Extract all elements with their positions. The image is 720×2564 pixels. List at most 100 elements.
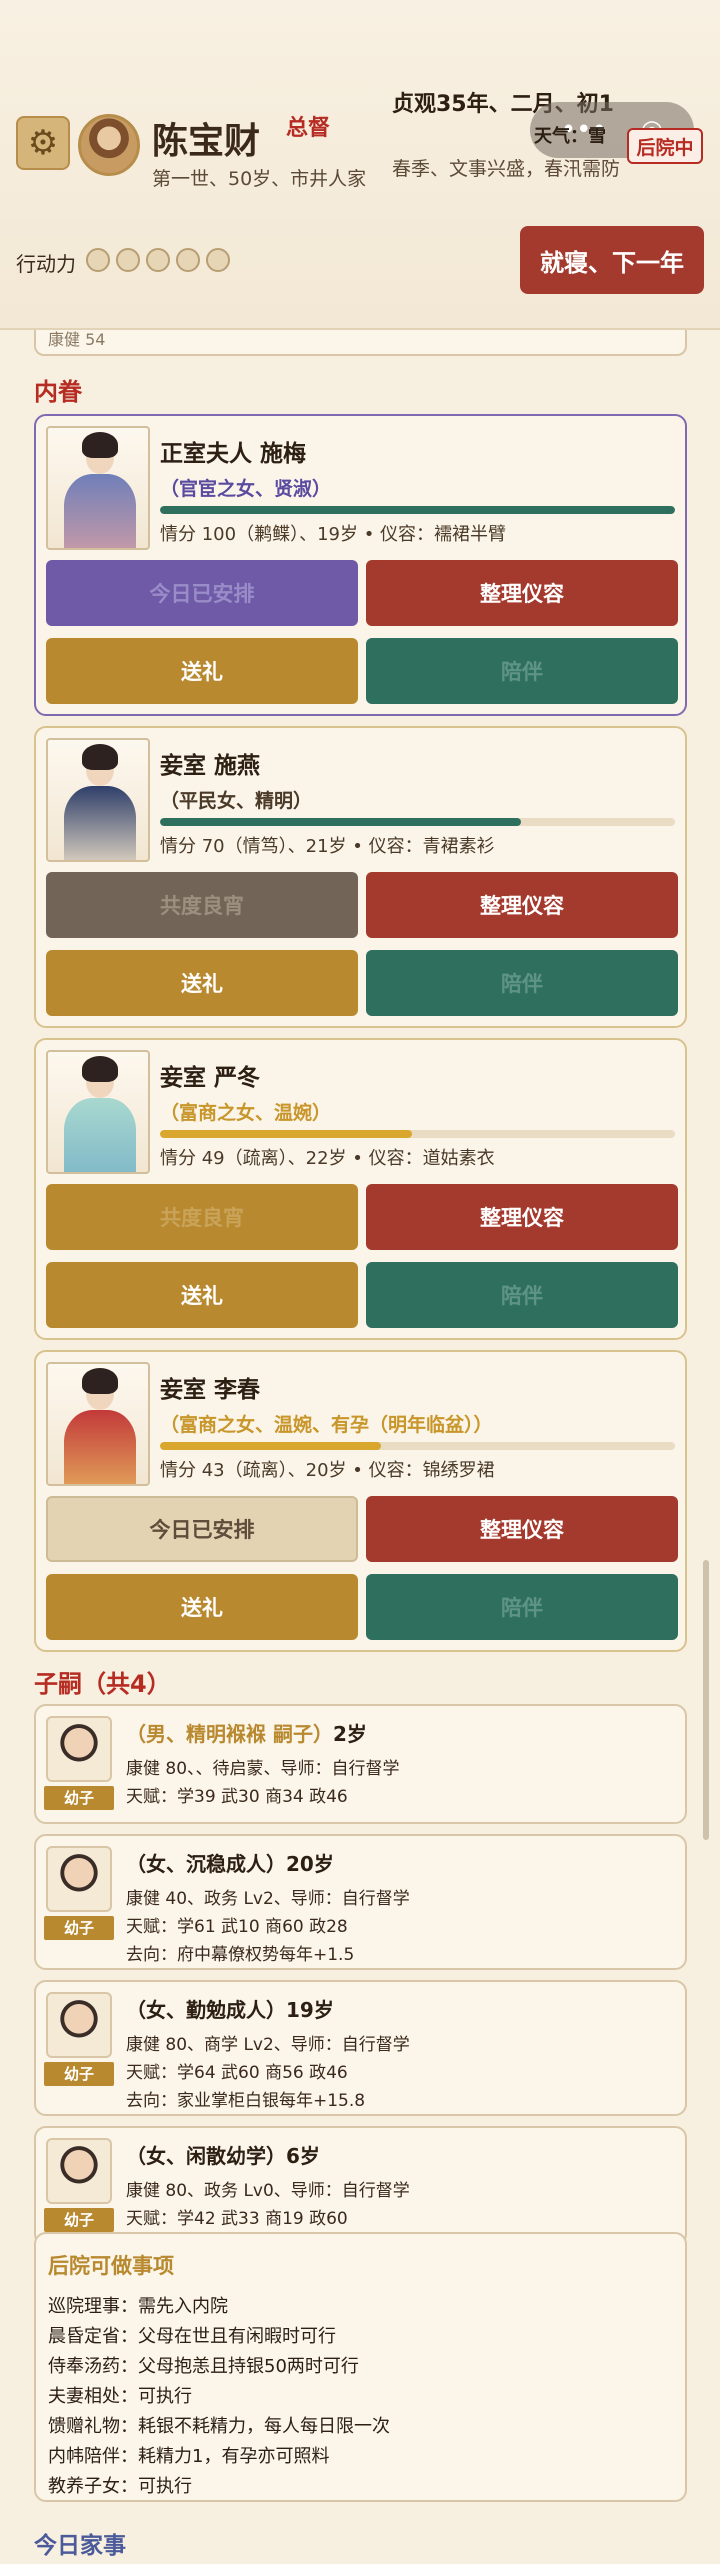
groom-button[interactable]: 整理仪容 [366, 872, 678, 938]
action-power-dot [176, 248, 200, 272]
player-name: 陈宝财 [152, 121, 261, 162]
action-power-dot [86, 248, 110, 272]
spouse-portrait [46, 426, 150, 550]
affection-bar [160, 1130, 675, 1138]
gear-icon[interactable]: ⚙ [16, 116, 70, 170]
action-power-dot [116, 248, 140, 272]
child-talent-line: 天赋：学61 武10 商60 政28 [126, 1917, 348, 1937]
spouse-info: 情分 43（疏离）、20岁 • 仪容：锦绣罗裙 [160, 1460, 495, 1481]
player-subtitle: 第一世、50岁、市井人家 [152, 168, 367, 190]
night-together-button[interactable]: 共度良宵 [46, 1184, 358, 1250]
spouse-card: 妾室 施燕 （平民女、精明） 情分 70（情笃）、21岁 • 仪容：青裙素衫 共… [34, 726, 687, 1028]
spouse-card: 妾室 严冬 （富商之女、温婉） 情分 49（疏离）、22岁 • 仪容：道姑素衣 … [34, 1038, 687, 1340]
weather-text: 天气：雪 [534, 126, 606, 147]
groom-button[interactable]: 整理仪容 [366, 1496, 678, 1562]
task-item: 夫妻相处：可执行 [48, 2386, 192, 2407]
task-item: 内帏陪伴：耗精力1，有孕亦可照料 [48, 2446, 330, 2467]
spouse-card: 正室夫人 施梅 （官宦之女、贤淑） 情分 100（鹣鲽）、19岁 • 仪容：襦裙… [34, 414, 687, 716]
accompany-button[interactable]: 陪伴 [366, 1574, 678, 1640]
spouse-title: 妾室 李春 [160, 1377, 261, 1403]
child-badge: 幼子 [44, 2208, 114, 2232]
spouse-portrait [46, 738, 150, 862]
harem-section-title: 内眷 [34, 378, 82, 406]
child-stat-line: 康健 80、商学 Lv2、导师：自行督学 [126, 2035, 410, 2055]
child-age: 2岁 [332, 1722, 367, 1746]
spouse-title: 正室夫人 施梅 [160, 441, 307, 467]
spouse-traits: （平民女、精明） [160, 790, 313, 812]
child-talent-line: 天赋：学39 武30 商34 政46 [126, 1787, 348, 1807]
child-card[interactable]: 幼子 （女、闲散幼学）6岁 康健 80、政务 Lv0、导师：自行督学 天赋：学4… [34, 2126, 687, 2246]
houyuan-tasks-panel: 后院可做事项 巡院理事：需先入内院 晨昏定省：父母在世且有闲暇时可行 侍奉汤药：… [34, 2232, 687, 2502]
child-card[interactable]: 幼子 （女、沉稳成人）20岁 康健 40、政务 Lv2、导师：自行督学 天赋：学… [34, 1834, 687, 1970]
task-item: 教养子女：可执行 [48, 2476, 192, 2497]
spouse-info: 情分 100（鹣鲽）、19岁 • 仪容：襦裙半臂 [160, 524, 507, 545]
gift-button[interactable]: 送礼 [46, 1262, 358, 1328]
child-avatar [46, 1992, 112, 2058]
child-badge: 幼子 [44, 1786, 114, 1810]
spouse-info: 情分 49（疏离）、22岁 • 仪容：道姑素衣 [160, 1148, 495, 1169]
child-badge: 幼子 [44, 2062, 114, 2086]
previous-card: 康健 54 [34, 330, 687, 356]
child-talent-line: 天赋：学64 武60 商56 政46 [126, 2063, 348, 2083]
spouse-info: 情分 70（情笃）、21岁 • 仪容：青裙素衫 [160, 836, 495, 857]
night-together-button[interactable]: 共度良宵 [46, 872, 358, 938]
spouse-portrait [46, 1362, 150, 1486]
arranged-today-button[interactable]: 今日已安排 [46, 560, 358, 626]
child-desc: （男、精明褓褓 嗣子） [126, 1722, 333, 1746]
child-card[interactable]: 幼子 （女、勤勉成人）19岁 康健 80、商学 Lv2、导师：自行督学 天赋：学… [34, 1980, 687, 2116]
player-rank: 总督 [286, 116, 331, 141]
action-power-dot [206, 248, 230, 272]
child-card[interactable]: 幼子 （男、精明褓褓 嗣子）2岁 康健 80、、待启蒙、导师：自行督学 天赋：学… [34, 1704, 687, 1824]
child-avatar [46, 1846, 112, 1912]
task-item: 晨昏定省：父母在世且有闲暇时可行 [48, 2326, 336, 2347]
status-header: ⚙ 陈宝财 总督 第一世、50岁、市井人家 贞观35年、二月、初1 春季、文事兴… [0, 0, 720, 330]
children-section-title: 子嗣（共4） [34, 1670, 171, 1698]
task-item: 巡院理事：需先入内院 [48, 2296, 228, 2317]
spouse-title: 妾室 施燕 [160, 753, 261, 779]
spouse-traits: （富商之女、温婉、有孕（明年临盆）） [160, 1414, 493, 1436]
child-destiny-line: 去向：家业掌柜白银每年+15.8 [126, 2091, 366, 2111]
affection-bar [160, 1442, 675, 1450]
child-talent-line: 天赋：学42 武33 商19 政60 [126, 2209, 348, 2229]
gift-button[interactable]: 送礼 [46, 638, 358, 704]
spouse-card: 妾室 李春 （富商之女、温婉、有孕（明年临盆）） 情分 43（疏离）、20岁 •… [34, 1350, 687, 1652]
child-avatar [46, 2138, 112, 2204]
task-item: 侍奉汤药：父母抱恙且持银50两时可行 [48, 2356, 359, 2377]
spouse-portrait [46, 1050, 150, 1174]
child-badge: 幼子 [44, 1916, 114, 1940]
season-text: 春季、文事兴盛，春汛需防 [392, 158, 621, 180]
affection-bar [160, 506, 675, 514]
scrollbar[interactable] [703, 1560, 709, 1840]
task-item: 馈赠礼物：耗银不耗精力，每人每日限一次 [48, 2416, 390, 2437]
accompany-button[interactable]: 陪伴 [366, 950, 678, 1016]
affection-bar [160, 818, 675, 826]
groom-button[interactable]: 整理仪容 [366, 560, 678, 626]
spouse-title: 妾室 严冬 [160, 1065, 261, 1091]
gift-button[interactable]: 送礼 [46, 950, 358, 1016]
tasks-title: 后院可做事项 [48, 2254, 174, 2278]
spouse-traits: （富商之女、温婉） [160, 1102, 332, 1124]
spouse-traits: （官宦之女、贤淑） [160, 478, 332, 500]
gift-button[interactable]: 送礼 [46, 1574, 358, 1640]
child-stat-line: 康健 40、政务 Lv2、导师：自行督学 [126, 1889, 410, 1909]
action-power-dots [86, 248, 230, 272]
child-stat-line: 康健 80、、待启蒙、导师：自行督学 [126, 1759, 400, 1779]
action-power-label: 行动力 [16, 252, 76, 276]
sleep-next-year-button[interactable]: 就寝、下一年 [520, 226, 704, 294]
action-power-dot [146, 248, 170, 272]
child-header: （女、闲散幼学）6岁 [126, 2144, 320, 2168]
groom-button[interactable]: 整理仪容 [366, 1184, 678, 1250]
player-avatar [78, 114, 140, 176]
arranged-today-button[interactable]: 今日已安排 [46, 1496, 358, 1562]
houyuan-button[interactable]: 后院中 [627, 128, 703, 164]
child-header: （男、精明褓褓 嗣子）2岁 [126, 1718, 367, 1747]
child-destiny-line: 去向：府中幕僚权势每年+1.5 [126, 1945, 355, 1965]
today-affairs-title: 今日家事 [34, 2533, 126, 2559]
child-avatar [46, 1716, 112, 1782]
accompany-button[interactable]: 陪伴 [366, 638, 678, 704]
child-stat-line: 康健 80、政务 Lv0、导师：自行督学 [126, 2181, 410, 2201]
previous-card-text: 康健 54 [48, 330, 106, 349]
accompany-button[interactable]: 陪伴 [366, 1262, 678, 1328]
child-header: （女、沉稳成人）20岁 [126, 1852, 334, 1876]
child-header: （女、勤勉成人）19岁 [126, 1998, 334, 2022]
